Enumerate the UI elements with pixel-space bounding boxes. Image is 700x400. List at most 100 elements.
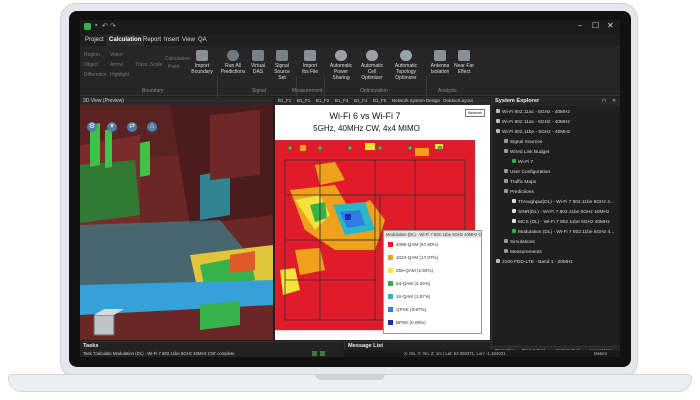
menu-project[interactable]: Project <box>82 35 107 46</box>
object-tool[interactable]: Object <box>84 62 98 68</box>
system-explorer-panel: System Explorer ⊓ ✕ Wi-Fi 802.11ac - 5GH… <box>491 97 620 357</box>
tasks-panel: Tasks Task 'Calculate Modulation (DL) - … <box>80 341 343 357</box>
tree-node-icon <box>496 109 500 113</box>
difference-tool[interactable]: Difference <box>84 72 107 78</box>
3d-view-tab[interactable]: 3D View (Preview) <box>80 97 273 105</box>
filter-icon[interactable]: ▾ <box>107 122 117 132</box>
tree-node[interactable]: Wi-Fi 7 <box>512 159 533 165</box>
arrow-tool[interactable]: Arrow <box>110 62 123 68</box>
status-bar: X: 0m, Y: 0m, Z: 1m | Lat: 52.050371, Lo… <box>344 350 620 357</box>
antenna-isolation-button[interactable]: Antenna Isolation <box>429 50 451 75</box>
network-logo: Network <box>465 109 485 117</box>
tree-node[interactable]: Wi-Fi 802.11be - 5GHz - 40MHz <box>496 129 570 135</box>
tab-network-system-design[interactable]: Network System Design <box>392 98 440 103</box>
near-far-effect-button[interactable]: Near-Far Effect <box>453 50 475 75</box>
legend-swatch <box>388 242 393 247</box>
virtual-das-button[interactable]: Virtual DAS <box>248 50 268 75</box>
trace-tool[interactable]: Trace <box>135 62 148 68</box>
title-bar: ▪ ↶ ↷ – ☐ ✕ <box>80 20 620 34</box>
menu-bar: Project Calculation Report Insert View Q… <box>80 34 620 46</box>
legend-swatch <box>388 320 393 325</box>
rotate-icon[interactable]: ⇄ <box>127 122 137 132</box>
map-subtitle: 5GHz, 40MHz CW, 4x4 MIMO <box>313 124 420 133</box>
tab-outdoor-layout[interactable]: OutdoorLayout <box>443 98 473 103</box>
topology-icon <box>400 50 412 61</box>
tree-node[interactable]: Wi-Fi 802.11ax - 5GHz - 40MHz <box>496 119 570 125</box>
tab-b1-f2[interactable]: B1_F2 <box>316 98 329 103</box>
tree-node[interactable]: Throughput(DL) - Wi-Fi 7 802.11be 5GHz 4… <box>512 199 614 205</box>
legend-row: 16-QAM (1.97%) <box>388 294 430 300</box>
legend-swatch <box>388 281 393 286</box>
settings-icon[interactable]: ⚙ <box>87 122 97 132</box>
tree-node[interactable]: Measurements <box>504 249 542 255</box>
legend-title: Modulation (DL) - Wi-Fi 7 802.11be 5GHz … <box>384 231 481 238</box>
tree-node[interactable]: Modulation (DL) - Wi-Fi 7 802.11be 5GHz … <box>512 229 614 235</box>
automatic-cell-optimizer-button[interactable]: Automatic Cell Optimizer <box>357 50 387 81</box>
run-all-icon <box>227 50 239 61</box>
tree-node[interactable]: Wi-Fi 802.11ac - 5GHz - 40MHz <box>496 109 570 115</box>
group-analysis: Analysis <box>438 88 457 94</box>
redo-icon[interactable]: ↷ <box>110 22 116 30</box>
minimize-button[interactable]: – <box>578 21 582 30</box>
laptop-frame: ▪ ↶ ↷ – ☐ ✕ Project Calculation Report I… <box>60 3 638 378</box>
tab-b1-f1[interactable]: B1_F1 <box>297 98 310 103</box>
pin-icon[interactable]: ⊓ <box>602 98 606 104</box>
tree-node-icon <box>512 199 516 203</box>
tree-node[interactable]: Simulations <box>504 239 535 245</box>
tree-node[interactable]: Traffic Maps <box>504 179 536 185</box>
progress-icon <box>320 351 325 356</box>
coordinates-readout: X: 0m, Y: 0m, Z: 1m | Lat: 52.050371, Lo… <box>404 351 506 356</box>
tab-b1-f1[interactable]: B1_F1 <box>278 98 291 103</box>
tree-node[interactable]: Signal Sources <box>504 139 542 145</box>
menu-calculation[interactable]: Calculation <box>106 35 145 46</box>
tree-node[interactable]: SINR(DL) - Wi-Fi 7 802.11be 5GHz 40MHz <box>512 209 609 215</box>
region-tool[interactable]: Region <box>84 52 100 58</box>
tree-node[interactable]: Wired Link Budget <box>504 149 549 155</box>
tree-node[interactable]: MCS (DL) - Wi-Fi 7 802.11be 5GHz 40MHz <box>512 219 610 225</box>
scale-tool[interactable]: Scale <box>150 62 163 68</box>
tree-node[interactable]: User Configuration <box>504 169 550 175</box>
import-boundary-button[interactable]: Import Boundary <box>190 50 214 75</box>
maximize-button[interactable]: ☐ <box>592 21 599 30</box>
close-button[interactable]: ✕ <box>607 21 614 30</box>
tree-node-icon <box>512 159 516 163</box>
progress-icon <box>312 351 317 356</box>
tree-node-icon <box>512 219 516 223</box>
menu-qa[interactable]: QA <box>195 35 210 46</box>
undo-icon[interactable]: ↶ <box>102 22 108 30</box>
floor-plan-view[interactable]: B1_F1 B1_F1 B1_F2 B1_F3 B1_F4 B1_F5 Netw… <box>275 97 490 340</box>
legend-swatch <box>388 307 393 312</box>
calculation-tool[interactable]: Calculation <box>165 56 190 62</box>
video-tool[interactable]: Video <box>110 52 123 58</box>
tab-b1-f5[interactable]: B1_F5 <box>373 98 386 103</box>
home-icon[interactable]: ⌂ <box>147 122 157 132</box>
tab-b1-f4[interactable]: B1_F4 <box>354 98 367 103</box>
near-far-icon <box>458 50 470 61</box>
legend-row: 4096-QAM (67.80%) <box>388 242 438 248</box>
3d-scene[interactable] <box>80 105 273 340</box>
legend-swatch <box>388 294 393 299</box>
tree-node-icon <box>504 149 508 153</box>
tree-node-icon <box>496 259 500 263</box>
tree-node-icon <box>504 239 508 243</box>
signal-source-icon <box>276 50 288 61</box>
legend-row: 1024-QAM (17.07%) <box>388 255 438 261</box>
point-tool[interactable]: Point <box>168 64 179 70</box>
map-tabs: B1_F1 B1_F1 B1_F2 B1_F3 B1_F4 B1_F5 Netw… <box>275 97 490 105</box>
app-logo-icon <box>84 23 91 30</box>
close-panel-icon[interactable]: ✕ <box>612 98 616 104</box>
automatic-power-sharing-button[interactable]: Automatic Power Sharing <box>327 50 355 81</box>
tree-node[interactable]: Predictions <box>504 189 534 195</box>
3d-view-panel[interactable]: 3D View (Preview) ⚙ ▾ ⇄ ⌂ <box>80 97 273 340</box>
tree-node[interactable]: 2100 FDD-LTE - Band 1 - 20MHz <box>496 259 573 265</box>
highlight-tool[interactable]: Highlight <box>110 72 129 78</box>
group-optimization: Optimization <box>360 88 388 94</box>
save-icon[interactable]: ▪ <box>95 22 97 29</box>
import-ibs-file-button[interactable]: Import Ibs File <box>299 50 321 75</box>
legend-row: 256-QAM (2.92%) <box>388 268 433 274</box>
signal-source-set-button[interactable]: Signal Source Set <box>270 50 294 81</box>
group-measurement: Measurement <box>292 88 323 94</box>
automatic-topology-optimizer-button[interactable]: Automatic Topology Optimizer <box>389 50 423 81</box>
tab-b1-f3[interactable]: B1_F3 <box>335 98 348 103</box>
run-all-predictions-button[interactable]: Run All Predictions <box>220 50 246 75</box>
